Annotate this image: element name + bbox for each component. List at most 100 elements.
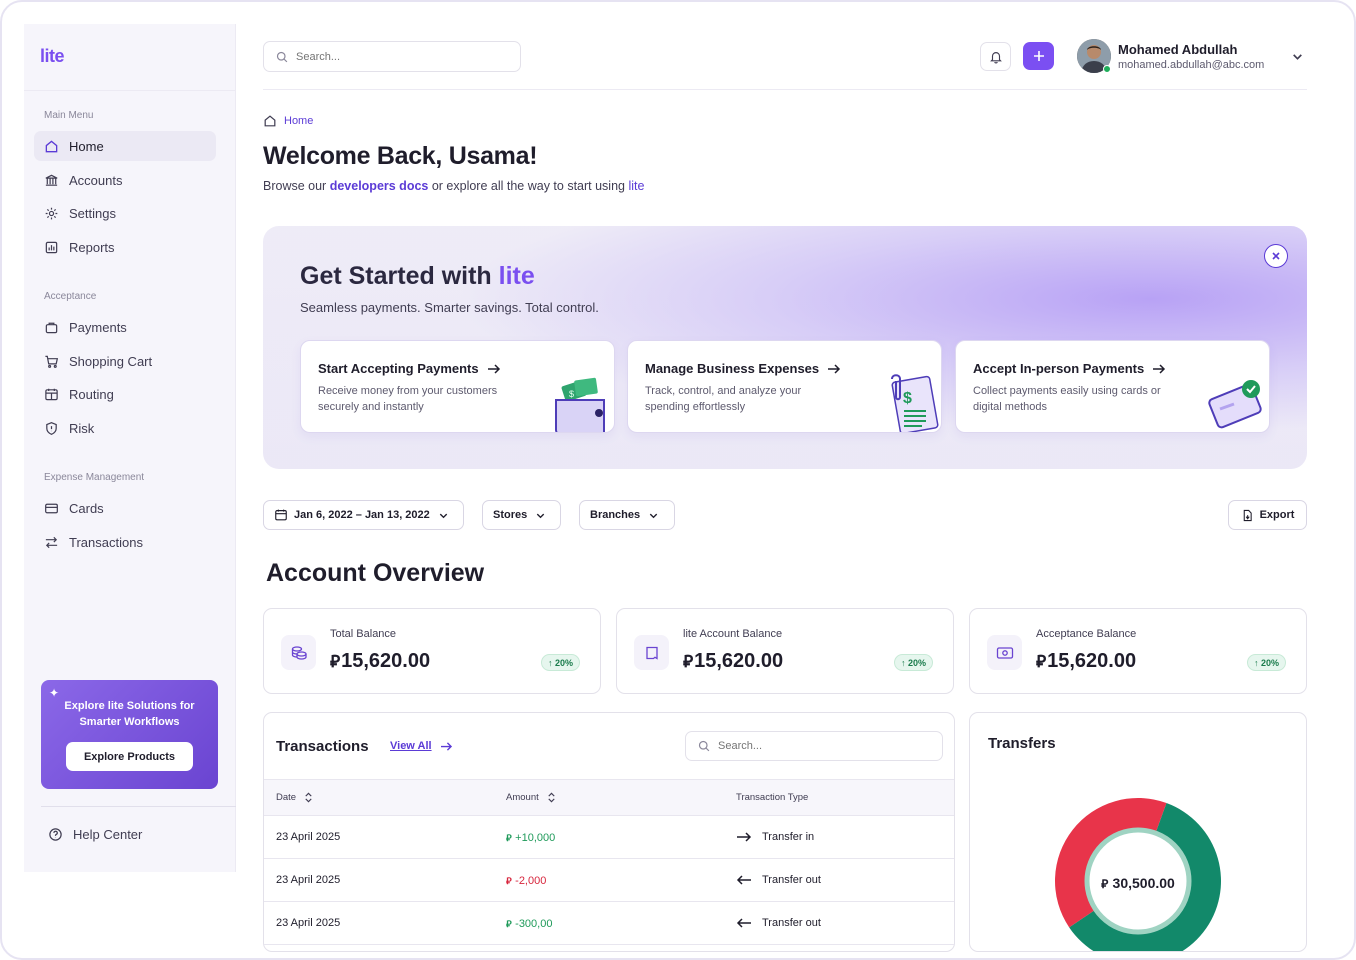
coins-icon bbox=[281, 635, 316, 670]
breadcrumb-home[interactable]: Home bbox=[284, 115, 313, 127]
arrow-left-icon bbox=[736, 918, 751, 928]
explore-products-button[interactable]: Explore Products bbox=[66, 742, 193, 771]
global-search[interactable] bbox=[263, 41, 521, 72]
card-title: Manage Business Expenses bbox=[645, 361, 841, 376]
sidebar-item-label: Cards bbox=[69, 500, 104, 516]
swap-icon bbox=[45, 536, 58, 548]
app-logo[interactable]: lite bbox=[40, 46, 65, 67]
breadcrumb[interactable]: Home bbox=[263, 114, 313, 128]
column-label: Transaction Type bbox=[736, 792, 809, 803]
currency-icon: ⃁ bbox=[506, 919, 515, 929]
transactions-search[interactable] bbox=[685, 731, 943, 761]
table-row[interactable]: 23 April 2025 ⃁ -2,000 Transfer out bbox=[264, 859, 954, 902]
close-banner-button[interactable] bbox=[1264, 244, 1288, 268]
chevron-down-icon bbox=[439, 513, 447, 518]
arrow-up-icon: ↑ bbox=[1253, 657, 1261, 668]
notifications-button[interactable] bbox=[980, 42, 1011, 71]
card-description: Track, control, and analyze your spendin… bbox=[645, 385, 802, 413]
balance-label: Total Balance bbox=[330, 628, 397, 640]
row-type: Transfer out bbox=[736, 917, 821, 929]
branches-dropdown[interactable]: Branches bbox=[579, 500, 675, 530]
plus-icon bbox=[1033, 51, 1044, 61]
svg-text:$: $ bbox=[569, 389, 574, 399]
sidebar-divider bbox=[41, 806, 236, 807]
help-center-label: Help Center bbox=[73, 827, 143, 842]
chevron-down-icon bbox=[537, 513, 545, 518]
sidebar-divider bbox=[24, 90, 236, 91]
sidebar-item-risk[interactable]: Risk bbox=[34, 413, 216, 443]
calendar-icon bbox=[45, 388, 58, 400]
sidebar-item-accounts[interactable]: Accounts bbox=[34, 165, 216, 195]
lite-account-balance-card[interactable]: lite Account Balance ⃁15,620.00 ↑ 20% bbox=[616, 608, 954, 694]
export-button[interactable]: Export bbox=[1228, 500, 1307, 530]
chevron-down-icon[interactable] bbox=[1291, 50, 1304, 63]
currency-icon: ⃁ bbox=[683, 652, 694, 671]
sidebar-item-reports[interactable]: Reports bbox=[34, 232, 216, 262]
transactions-title: Transactions bbox=[276, 738, 369, 755]
search-icon bbox=[698, 740, 710, 752]
arrow-right-icon bbox=[487, 363, 500, 374]
sidebar-item-cards[interactable]: Cards bbox=[34, 493, 216, 523]
view-all-label: View All bbox=[390, 740, 432, 752]
sidebar-item-shopping-cart[interactable]: Shopping Cart bbox=[34, 346, 216, 376]
section-label-acceptance: Acceptance bbox=[44, 291, 97, 302]
developers-docs-link[interactable]: developers docs bbox=[330, 179, 429, 193]
add-button[interactable] bbox=[1023, 42, 1054, 70]
card-description: Receive money from your customers secure… bbox=[318, 385, 498, 413]
receipt-illustration: $ bbox=[891, 374, 939, 432]
card-title: Accept In-person Payments bbox=[973, 361, 1166, 376]
change-value: 20% bbox=[1260, 657, 1279, 668]
row-amount: ⃁ -2,000 bbox=[506, 874, 546, 887]
subtitle-prefix: Browse our bbox=[263, 179, 330, 193]
calendar-icon bbox=[275, 509, 287, 521]
column-header-type: Transaction Type bbox=[736, 792, 808, 803]
sidebar-item-routing[interactable]: Routing bbox=[34, 379, 216, 409]
sidebar-item-transactions[interactable]: Transactions bbox=[34, 527, 216, 557]
row-type: Transfer out bbox=[736, 874, 821, 886]
gear-icon bbox=[45, 207, 58, 219]
sidebar-item-label: Accounts bbox=[69, 172, 123, 188]
currency-icon: ⃁ bbox=[506, 876, 515, 886]
page-subtitle: Browse our developers docs or explore al… bbox=[263, 179, 644, 193]
balance-label: lite Account Balance bbox=[683, 628, 783, 640]
date-range-picker[interactable]: Jan 6, 2022 – Jan 13, 2022 bbox=[263, 500, 464, 530]
balance-value: ⃁15,620.00 bbox=[330, 650, 430, 673]
currency-icon: ⃁ bbox=[506, 833, 515, 843]
column-label: Amount bbox=[506, 792, 539, 803]
card-title-text: Accept In-person Payments bbox=[973, 361, 1145, 376]
start-accepting-payments-card[interactable]: Start Accepting Payments Receive money f… bbox=[300, 340, 615, 433]
balance-amount: 15,620.00 bbox=[1047, 650, 1137, 672]
card-description: Collect payments easily using cards or d… bbox=[973, 385, 1161, 413]
banner-title: Get Started with lite bbox=[300, 262, 535, 291]
view-all-link[interactable]: View All bbox=[390, 740, 453, 752]
stores-dropdown[interactable]: Stores bbox=[482, 500, 561, 530]
online-status-dot bbox=[1103, 65, 1111, 73]
sidebar-item-payments[interactable]: Payments bbox=[34, 312, 216, 342]
table-row[interactable]: 23 April 2025 ⃁ -300,00 Transfer out bbox=[264, 902, 954, 945]
currency-icon: ⃁ bbox=[1101, 877, 1112, 891]
balance-label: Acceptance Balance bbox=[1036, 628, 1137, 640]
manage-business-expenses-card[interactable]: Manage Business Expenses Track, control,… bbox=[627, 340, 942, 433]
help-center-link[interactable]: Help Center bbox=[48, 827, 142, 842]
currency-icon: ⃁ bbox=[1036, 652, 1047, 671]
arrow-right-icon bbox=[1153, 363, 1166, 374]
sidebar-item-settings[interactable]: Settings bbox=[34, 198, 216, 228]
transfers-title: Transfers bbox=[988, 735, 1056, 752]
column-header-amount[interactable]: Amount bbox=[506, 792, 556, 803]
table-row[interactable]: 23 April 2025 ⃁ +10,000 Transfer in bbox=[264, 816, 954, 859]
search-input[interactable] bbox=[296, 50, 496, 63]
acceptance-balance-card[interactable]: Acceptance Balance ⃁15,620.00 ↑ 20% bbox=[969, 608, 1307, 694]
bag-icon bbox=[45, 322, 58, 333]
book-icon bbox=[634, 635, 669, 670]
transactions-search-input[interactable] bbox=[718, 740, 918, 752]
accept-in-person-payments-card[interactable]: Accept In-person Payments Collect paymen… bbox=[955, 340, 1270, 433]
home-icon bbox=[264, 115, 276, 127]
branches-label: Branches bbox=[590, 509, 641, 521]
sidebar-item-label: Routing bbox=[69, 386, 114, 402]
column-header-date[interactable]: Date bbox=[276, 792, 313, 803]
total-balance-card[interactable]: Total Balance ⃁15,620.00 ↑ 20% bbox=[263, 608, 601, 694]
lite-link[interactable]: lite bbox=[628, 179, 644, 193]
sidebar-item-label: Transactions bbox=[69, 534, 143, 550]
arrow-right-icon bbox=[828, 363, 841, 374]
sidebar-item-home[interactable]: Home bbox=[34, 131, 216, 161]
